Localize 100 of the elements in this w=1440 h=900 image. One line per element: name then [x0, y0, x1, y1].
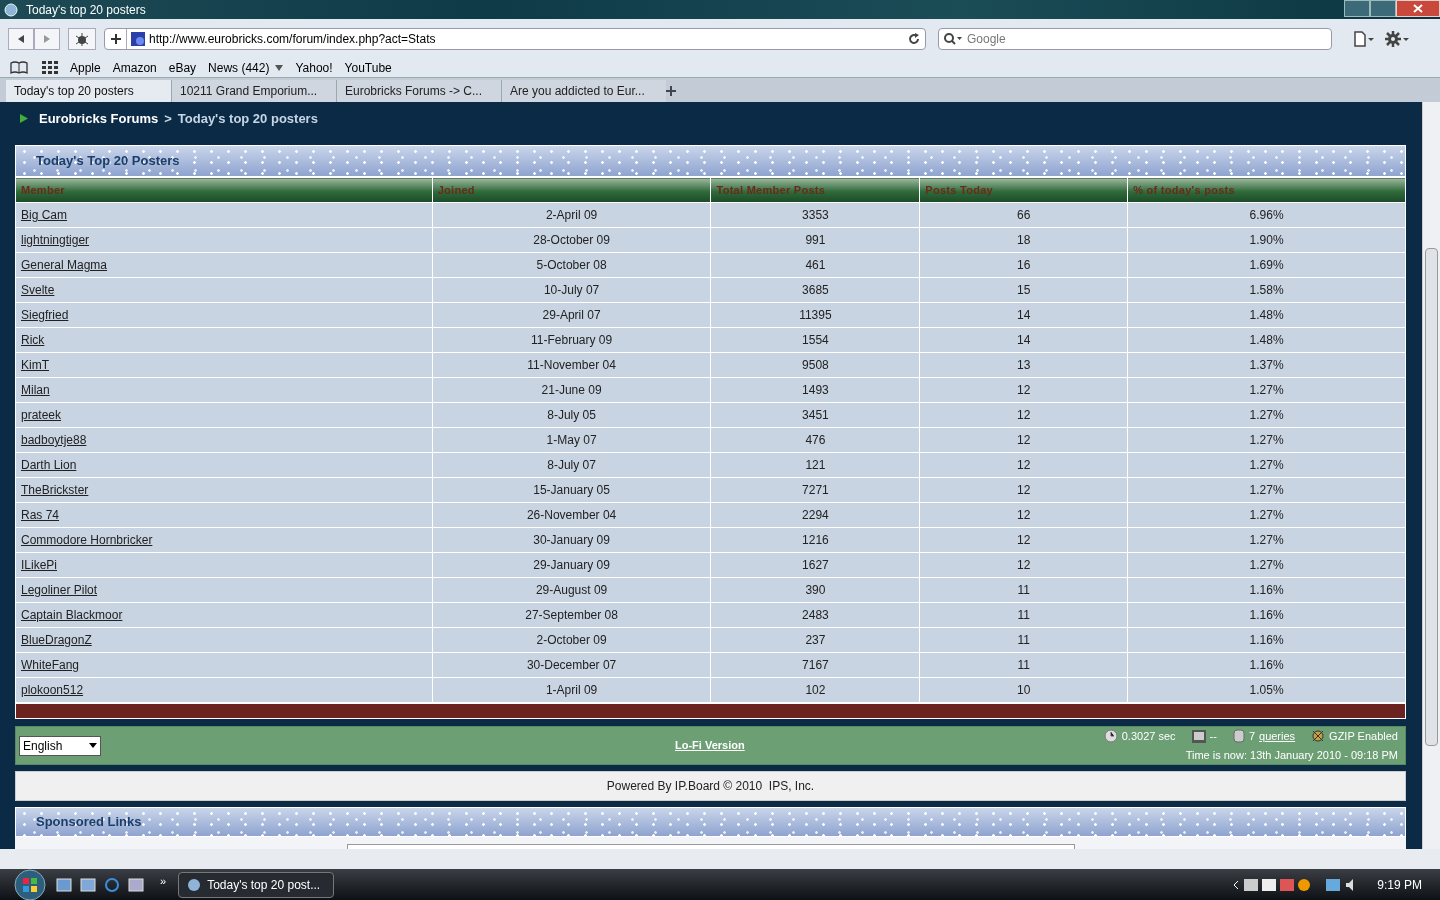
book-icon[interactable] — [10, 61, 28, 74]
gzip-icon — [1311, 729, 1326, 744]
search-bar[interactable]: Google — [938, 27, 1332, 50]
table-cell: 12 — [919, 402, 1128, 428]
restore-button[interactable] — [1370, 0, 1396, 17]
table-cell: 2294 — [711, 502, 920, 528]
table-cell: 10-July 07 — [432, 277, 711, 303]
tab[interactable]: 10211 Grand Emporium... — [171, 80, 336, 102]
member-link[interactable]: TheBrickster — [21, 483, 89, 497]
member-link[interactable]: Siegfried — [21, 308, 69, 322]
bookmark-link[interactable]: Apple — [70, 58, 101, 77]
member-link[interactable]: plokoon512 — [21, 683, 84, 697]
member-link[interactable]: Darth Lion — [21, 458, 77, 472]
member-link[interactable]: Big Cam — [21, 208, 67, 222]
member-link[interactable]: BlueDragonZ — [21, 633, 92, 647]
breadcrumb-link[interactable]: Eurobricks Forums — [39, 108, 159, 129]
tab[interactable]: Eurobricks Forums -> C... — [336, 80, 501, 102]
window-switch-icon[interactable] — [80, 878, 96, 892]
member-link[interactable]: Captain Blackmoor — [21, 608, 123, 622]
table-cell: 11 — [919, 652, 1128, 678]
member-link[interactable]: Svelte — [21, 283, 55, 297]
member-link[interactable]: prateek — [21, 408, 62, 422]
table-cell: 1.48% — [1127, 302, 1406, 328]
page-menu-icon[interactable] — [1352, 29, 1376, 48]
member-link[interactable]: Milan — [21, 383, 50, 397]
database-icon — [1232, 729, 1245, 744]
tab[interactable]: Today's top 20 posters — [6, 80, 171, 102]
new-tab-icon[interactable] — [666, 86, 676, 96]
member-link[interactable]: Rick — [21, 333, 45, 347]
table-cell: 1.69% — [1127, 252, 1406, 278]
clock: 9:19 PM — [1377, 877, 1422, 894]
member-link[interactable]: Ras 74 — [21, 508, 60, 522]
table-cell: 30-January 09 — [432, 527, 711, 553]
table-cell: 15 — [919, 277, 1128, 303]
table-cell: 1.90% — [1127, 227, 1406, 253]
table-cell: 13 — [919, 352, 1128, 378]
minimize-button[interactable] — [1344, 0, 1370, 17]
table-cell: 11 — [919, 602, 1128, 628]
table-cell: 1.27% — [1127, 377, 1406, 403]
member-link[interactable]: badboytje88 — [21, 433, 87, 447]
table-cell: 14 — [919, 302, 1128, 328]
bug-button[interactable] — [68, 27, 96, 50]
table-cell: 1.16% — [1127, 577, 1406, 603]
member-link[interactable]: lightningtiger — [21, 233, 90, 247]
bookmark-link[interactable]: YouTube — [344, 58, 392, 77]
bookmark-link[interactable]: News (442) — [208, 58, 284, 77]
back-button[interactable] — [8, 27, 34, 50]
bookmark-link[interactable]: Amazon — [112, 58, 157, 77]
reload-icon[interactable] — [907, 31, 921, 46]
table-cell: 1216 — [711, 527, 920, 553]
member-link[interactable]: Commodore Hornbricker — [21, 533, 153, 547]
table-cell: 2-April 09 — [432, 202, 711, 228]
member-link[interactable]: KimT — [21, 358, 49, 372]
table-cell: 11-November 04 — [432, 352, 711, 378]
table-cell: 102 — [711, 677, 920, 703]
dropdown-caret-icon — [275, 64, 284, 71]
table-cell: 1.27% — [1127, 427, 1406, 453]
table-cell: 1.27% — [1127, 452, 1406, 478]
browser-icon[interactable] — [104, 878, 120, 892]
table-cell: 18 — [919, 227, 1128, 253]
execution-time: 0.3027 sec — [1121, 729, 1176, 744]
language-select[interactable]: English — [19, 735, 101, 756]
taskbar-window-button[interactable]: Today's top 20 post... — [178, 872, 335, 898]
table-cell: 390 — [711, 577, 920, 603]
search-field[interactable]: Google — [967, 29, 1331, 48]
table-cell: 1.37% — [1127, 352, 1406, 378]
table-cell: 30-December 07 — [432, 652, 711, 678]
clock-icon — [1103, 729, 1118, 744]
table-cell: 27-September 08 — [432, 602, 711, 628]
table-cell: 2483 — [711, 602, 920, 628]
url-field[interactable]: http://www.eurobricks.com/forum/index.php?act=Stats — [149, 29, 907, 48]
bookmark-link[interactable]: Yahoo! — [295, 58, 333, 77]
table-cell: 8-July 07 — [432, 452, 711, 478]
table-cell: 1-April 09 — [432, 677, 711, 703]
member-link[interactable]: General Magma — [21, 258, 108, 272]
scrollbar[interactable] — [1422, 102, 1440, 849]
table-cell: 1.16% — [1127, 602, 1406, 628]
table-cell: 12 — [919, 502, 1128, 528]
bookmark-link[interactable]: eBay — [168, 58, 197, 77]
tab[interactable]: Are you addicted to Eur... — [501, 80, 666, 102]
table-cell: 12 — [919, 477, 1128, 503]
address-bar[interactable]: http://www.eurobricks.com/forum/index.php?act=Stats — [104, 27, 926, 50]
table-cell: 11 — [919, 577, 1128, 603]
table-cell: 6.96% — [1127, 202, 1406, 228]
table-cell: 8-July 05 — [432, 402, 711, 428]
table-cell: 7271 — [711, 477, 920, 503]
grid-icon[interactable] — [42, 61, 58, 74]
member-link[interactable]: WhiteFang — [21, 658, 80, 672]
table-cell: 1.58% — [1127, 277, 1406, 303]
close-button[interactable] — [1396, 0, 1440, 17]
table-cell: 10 — [919, 677, 1128, 703]
table-cell: 1.27% — [1127, 552, 1406, 578]
overflow-chevron[interactable]: » — [160, 872, 167, 890]
table-cell: 16 — [919, 252, 1128, 278]
settings-icon[interactable] — [1384, 29, 1410, 48]
bug-icon — [75, 31, 89, 46]
table-cell: 5-October 08 — [432, 252, 711, 278]
member-link[interactable]: Legoliner Pilot — [21, 583, 98, 597]
member-link[interactable]: ILikePi — [21, 558, 58, 572]
table-cell: 29-April 07 — [432, 302, 711, 328]
